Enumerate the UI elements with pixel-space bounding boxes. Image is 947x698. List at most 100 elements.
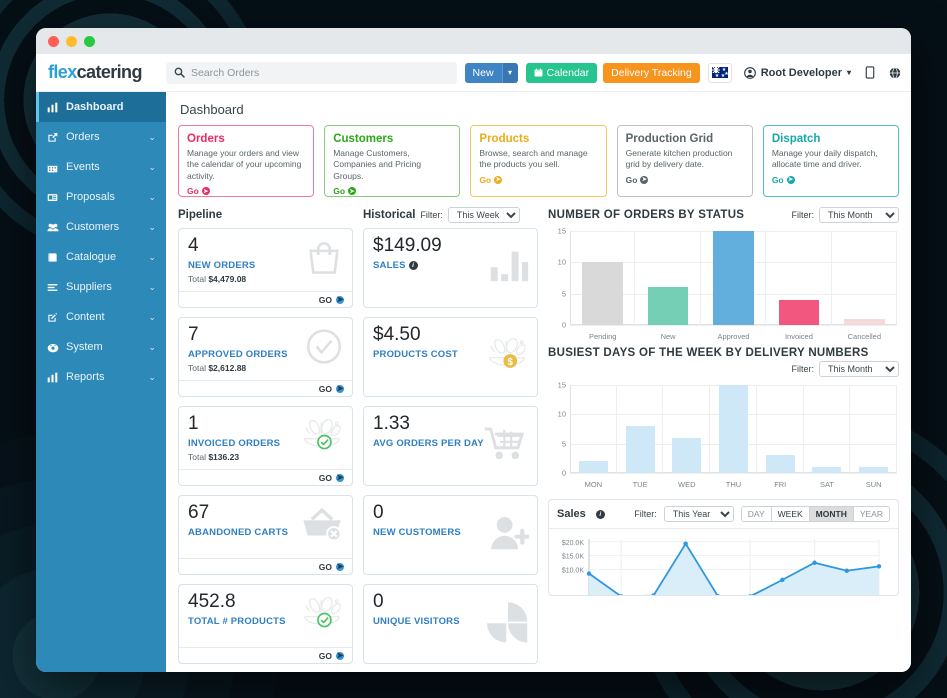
orders-status-filter-select[interactable]: This MonthThis WeekThis Year <box>819 207 899 223</box>
top-card-dispatch[interactable]: Dispatch Manage your daily dispatch, allo… <box>762 125 900 197</box>
top-card-go-link[interactable]: Go ➤ <box>479 175 597 185</box>
stat-label: NEW ORDERS <box>188 260 256 271</box>
sidebar-item-catalogue[interactable]: Catalogue ⌄ <box>36 242 166 272</box>
pipeline-card-approved-orders[interactable]: 7 APPROVED ORDERS Total $2,612.88 GO ➤ <box>178 317 353 397</box>
info-icon[interactable]: i <box>408 260 418 270</box>
stat-value: $4.50 <box>373 324 421 345</box>
language-button[interactable] <box>889 66 901 79</box>
bar[interactable] <box>765 455 795 473</box>
sidebar-item-system[interactable]: System ⌄ <box>36 332 166 362</box>
top-card-go-link[interactable]: Go ➤ <box>187 186 305 196</box>
gridline-vertical <box>896 385 898 473</box>
chevron-down-icon: ⌄ <box>148 131 156 142</box>
new-button[interactable]: New <box>464 62 502 83</box>
historical-filter-select[interactable]: This WeekThis MonthThis Year <box>447 207 520 223</box>
sidebar-item-dashboard[interactable]: Dashboard <box>36 92 166 122</box>
bar[interactable] <box>672 437 702 473</box>
x-axis-tick: Invoiced <box>784 332 813 341</box>
sidebar-item-events[interactable]: Events ⌄ <box>36 152 166 182</box>
sidebar-item-label: Dashboard <box>66 101 124 113</box>
bar[interactable] <box>578 461 608 473</box>
busiest-days-filter-select[interactable]: This MonthThis WeekThis Year <box>819 361 899 377</box>
stat-go-link[interactable]: GO ➤ <box>179 291 352 307</box>
sales-range-month[interactable]: MONTH <box>809 507 854 521</box>
document-icon <box>46 192 59 203</box>
australia-flag-icon: ★ ★ ★ ★ <box>711 67 729 79</box>
logo-flex: flex <box>48 62 77 82</box>
stat-total: Total $136.23 <box>188 452 240 462</box>
stat-go-link[interactable]: GO ➤ <box>179 647 352 663</box>
data-point[interactable]: 200 <box>748 594 752 596</box>
user-circle-icon <box>743 66 756 79</box>
data-point[interactable]: 8500 <box>586 571 592 576</box>
sidebar-item-proposals[interactable]: Proposals ⌄ <box>36 182 166 212</box>
bar[interactable] <box>778 299 820 325</box>
main-content: Dashboard Orders Manage your orders and v… <box>166 92 911 672</box>
app-logo[interactable]: flexcatering <box>36 62 166 83</box>
sidebar-item-suppliers[interactable]: Suppliers ⌄ <box>36 272 166 302</box>
bar[interactable] <box>844 318 885 325</box>
stat-value: 1 <box>188 413 199 434</box>
page-title: Dashboard <box>180 102 244 117</box>
bar[interactable] <box>582 262 623 325</box>
top-card-customers[interactable]: Customers Manage Customers, Companies and… <box>324 125 461 197</box>
sidebar-item-content[interactable]: Content ⌄ <box>36 302 166 332</box>
stat-go-link[interactable]: GO ➤ <box>179 558 352 574</box>
close-icon[interactable] <box>48 35 59 47</box>
new-dropdown-caret[interactable]: ▾ <box>501 62 518 83</box>
sidebar-item-reports[interactable]: Reports ⌄ <box>36 362 166 392</box>
bar[interactable] <box>713 231 754 325</box>
sidebar-item-orders[interactable]: Orders ⌄ <box>36 122 166 152</box>
pipeline-card-abandoned-carts[interactable]: 67 ABANDONED CARTS GO ➤ <box>178 495 353 575</box>
top-card-go-link[interactable]: Go ➤ <box>626 175 744 185</box>
search-box[interactable] <box>166 61 457 84</box>
stat-go-link[interactable]: GO ➤ <box>179 469 352 485</box>
sidebar-item-customers[interactable]: Customers ⌄ <box>36 212 166 242</box>
data-point[interactable]: 12400 <box>812 560 817 565</box>
pipeline-card-total-products[interactable]: 452.8 TOTAL # PRODUCTS GO ➤ <box>178 584 353 664</box>
bar[interactable] <box>719 385 748 473</box>
top-card-title: Production Grid <box>625 133 714 145</box>
bar[interactable] <box>812 467 842 473</box>
search-input[interactable] <box>191 66 449 79</box>
y-axis-tick: 0 <box>561 468 566 478</box>
x-axis-tick: MON <box>584 480 603 489</box>
minimize-icon[interactable] <box>66 35 77 47</box>
data-point[interactable]: 11100 <box>876 564 882 569</box>
top-card-go-link[interactable]: Go ➤ <box>772 175 890 185</box>
language-flag-button[interactable]: ★ ★ ★ ★ <box>707 62 732 83</box>
bar[interactable] <box>859 467 889 473</box>
historical-card-avg-orders-per-day: 1.33 AVG ORDERS PER DAY <box>363 406 538 486</box>
gridline <box>570 325 897 326</box>
x-axis-tick: TUE <box>632 480 648 489</box>
mobile-button[interactable] <box>865 66 875 79</box>
historical-card-products-cost: $4.50 PRODUCTS COST $ <box>363 317 538 397</box>
sales-filter-select[interactable]: This YearThis MonthThis Week <box>663 506 734 522</box>
bar[interactable] <box>625 426 655 473</box>
pipeline-card-invoiced-orders[interactable]: 1 INVOICED ORDERS Total $136.23 GO ➤ <box>178 406 353 486</box>
info-icon[interactable]: i <box>595 509 605 519</box>
data-point[interactable]: 9500 <box>844 568 849 573</box>
sales-range-day[interactable]: DAY <box>741 507 772 521</box>
calendar-button[interactable]: Calendar <box>525 62 598 83</box>
sales-range-week[interactable]: WEEK <box>771 507 810 521</box>
delivery-tracking-button[interactable]: Delivery Tracking <box>603 62 700 83</box>
maximize-icon[interactable] <box>84 35 95 47</box>
top-card-production-grid[interactable]: Production Grid Generate kitchen producti… <box>616 125 753 197</box>
stat-go-link[interactable]: GO ➤ <box>179 380 352 396</box>
busiest-days-filter-label: Filter: <box>791 364 815 374</box>
charts-column: NUMBER OF ORDERS BY STATUS Filter: This … <box>548 207 899 672</box>
top-card-orders[interactable]: Orders Manage your orders and view the ca… <box>178 125 315 197</box>
y-axis-tick: 0 <box>561 320 566 330</box>
pipeline-card-new-orders[interactable]: 4 NEW ORDERS Total $4,479.08 GO ➤ <box>178 228 353 308</box>
top-card-products[interactable]: Products Browse, search and manage the pr… <box>470 125 607 197</box>
data-point[interactable]: 6200 <box>780 577 785 583</box>
bar[interactable] <box>647 287 689 325</box>
user-menu[interactable]: Root Developer ▾ <box>743 66 851 79</box>
stat-label: TOTAL # PRODUCTS <box>188 616 286 627</box>
sales-range-year[interactable]: YEAR <box>853 507 889 521</box>
sidebar-item-label: Content <box>66 311 105 323</box>
chart-plot-area: 0 5 10 15 <box>558 227 898 330</box>
data-point[interactable]: 19300 <box>683 541 688 546</box>
top-card-go-link[interactable]: Go ➤ <box>333 186 451 196</box>
